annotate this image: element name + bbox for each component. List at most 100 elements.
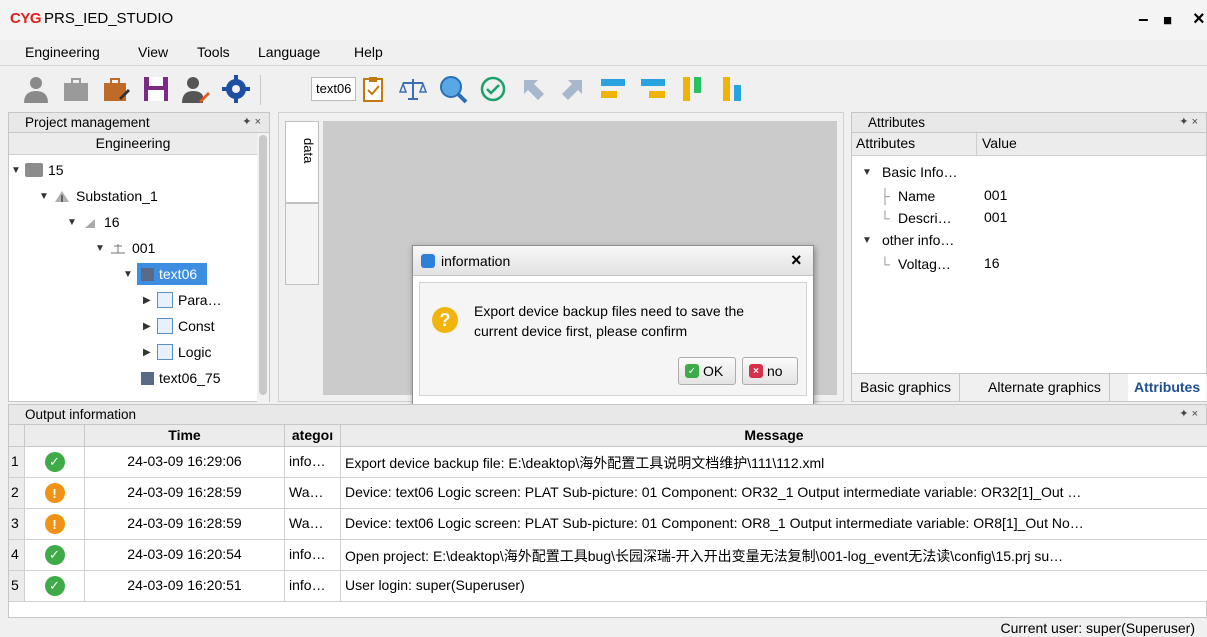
expand-arrow-icon[interactable]: ▼ — [862, 235, 876, 246]
clipboard-icon[interactable] — [357, 73, 389, 105]
column-header-message[interactable]: Message — [341, 425, 1207, 447]
project-panel-header: Project management ✦ × — [9, 113, 269, 133]
no-button[interactable]: × no — [742, 357, 798, 385]
attr-row-name[interactable]: ├ Name — [880, 185, 935, 207]
tree-node-001[interactable]: ▼ 001 — [95, 237, 155, 259]
align-right-icon[interactable] — [637, 73, 669, 105]
maximize-button[interactable]: ■ — [1163, 12, 1172, 29]
search-icon[interactable] — [437, 73, 469, 105]
col-value: Value — [982, 135, 1017, 151]
pin-icon[interactable]: ✦ × — [1179, 115, 1198, 128]
tree-node-const[interactable]: ▶ Const — [143, 315, 215, 337]
bay-icon — [109, 241, 127, 255]
tree-node-substation[interactable]: ▼ Substation_1 — [39, 185, 158, 207]
row-category: info… — [285, 571, 341, 602]
save-icon[interactable] — [140, 73, 172, 105]
row-status: ! — [25, 478, 85, 509]
tree-node-16[interactable]: ▼ 16 — [67, 211, 120, 233]
selected-node[interactable]: text06 — [137, 263, 208, 285]
row-status: ✓ — [25, 571, 85, 602]
tree-node-text06[interactable]: ▼ text06 — [123, 263, 208, 285]
expand-arrow-icon[interactable]: ▼ — [95, 243, 109, 254]
pin-icon[interactable]: ✦ × — [1179, 407, 1198, 420]
row-time: 24-03-09 16:29:06 — [85, 447, 285, 478]
project-panel-title: Project management — [25, 115, 150, 130]
row-category: info… — [285, 447, 341, 478]
attr-group-other[interactable]: ▼ other info… — [862, 229, 954, 251]
no-x-icon: × — [749, 364, 763, 378]
collapse-arrow-icon[interactable]: ▶ — [143, 321, 157, 332]
attr-group-basic[interactable]: ▼ Basic Info… — [862, 161, 957, 183]
tree-node-text06-75[interactable]: text06_75 — [127, 367, 221, 389]
row-number: 2 — [9, 478, 25, 509]
tree-node-para[interactable]: ▶ Para… — [143, 289, 222, 311]
minimize-button[interactable]: − — [1138, 10, 1149, 31]
scrollbar-thumb[interactable] — [259, 135, 267, 395]
tab-attributes[interactable]: Attributes — [1128, 374, 1207, 401]
warning-icon: ! — [44, 514, 65, 534]
title-bar: CYG PRS_IED_STUDIO − ■ × — [0, 0, 1207, 40]
pin-icon[interactable]: ✦ × — [242, 115, 261, 128]
balance-scale-icon[interactable] — [397, 73, 429, 105]
settings-gear-icon[interactable] — [220, 73, 252, 105]
user-edit-icon[interactable] — [180, 73, 212, 105]
arrow-up-right-icon[interactable] — [557, 73, 589, 105]
tab-basic-graphics[interactable]: Basic graphics — [852, 374, 961, 401]
expand-arrow-icon[interactable]: ▼ — [39, 191, 53, 202]
information-dialog: information × ? Export device backup fil… — [412, 245, 814, 405]
tab-data[interactable]: data — [285, 121, 319, 203]
column-header-time[interactable]: Time — [85, 425, 285, 447]
tree-scrollbar[interactable] — [257, 133, 269, 403]
dialog-message-line1: Export device backup files need to save … — [474, 303, 745, 319]
info-gear-icon — [421, 254, 435, 268]
row-message: Export device backup file: E:\deaktop\海外… — [341, 447, 1207, 478]
check-circle-icon[interactable] — [477, 73, 509, 105]
dialog-body: ? Export device backup files need to sav… — [419, 282, 807, 396]
close-button[interactable]: × — [1193, 8, 1205, 31]
column-header-category[interactable]: ategoı — [285, 425, 341, 447]
current-user-status: Current user: super(Superuser) — [1000, 620, 1195, 636]
menu-tools[interactable]: Tools — [197, 44, 230, 60]
ok-check-icon: ✓ — [685, 364, 699, 378]
attr-value-name[interactable]: 001 — [984, 187, 1007, 203]
attr-row-description[interactable]: └ Descri… — [880, 207, 952, 229]
tree-node-15[interactable]: ▼ 15 — [11, 159, 64, 181]
tab-view[interactable]: view — [285, 203, 337, 285]
project-management-panel: Project management ✦ × Engineering ▼ 15 … — [8, 112, 270, 403]
menu-engineering[interactable]: Engineering — [25, 44, 100, 60]
align-bottom-icon[interactable] — [717, 73, 749, 105]
tree-header: Engineering — [9, 133, 257, 155]
tree-node-logic[interactable]: ▶ Logic — [143, 341, 211, 363]
row-message: Device: text06 Logic screen: PLAT Sub-pi… — [341, 509, 1207, 540]
device-selector[interactable]: text06 — [311, 77, 357, 101]
menu-language[interactable]: Language — [258, 44, 320, 60]
attr-value-description[interactable]: 001 — [984, 209, 1007, 225]
menu-view[interactable]: View — [138, 44, 168, 60]
tab-alternate-graphics[interactable]: Alternate graphics — [980, 374, 1110, 401]
briefcase-edit-icon[interactable] — [100, 73, 132, 105]
briefcase-icon[interactable] — [60, 73, 92, 105]
arrow-up-left-icon[interactable] — [517, 73, 549, 105]
dialog-close-icon[interactable]: × — [791, 250, 802, 271]
toolbar: text06 — [0, 67, 1207, 111]
attributes-table-header: Attributes Value — [852, 133, 1206, 156]
expand-arrow-icon[interactable]: ▼ — [123, 269, 137, 280]
attr-row-voltage[interactable]: └ Voltag… — [880, 253, 951, 275]
user-icon[interactable] — [20, 73, 52, 105]
row-category: Wa… — [285, 478, 341, 509]
align-top-icon[interactable] — [677, 73, 709, 105]
align-left-icon[interactable] — [597, 73, 629, 105]
row-status: ! — [25, 509, 85, 540]
attr-value-voltage[interactable]: 16 — [984, 255, 1000, 271]
collapse-arrow-icon[interactable]: ▶ — [143, 347, 157, 358]
menu-help[interactable]: Help — [354, 44, 383, 60]
expand-arrow-icon[interactable]: ▼ — [862, 167, 876, 178]
row-time: 24-03-09 16:20:51 — [85, 571, 285, 602]
collapse-arrow-icon[interactable]: ▶ — [143, 295, 157, 306]
success-check-icon: ✓ — [44, 576, 65, 596]
question-icon: ? — [432, 307, 458, 333]
briefcase-icon — [25, 163, 43, 177]
ok-button[interactable]: ✓ OK — [678, 357, 736, 385]
expand-arrow-icon[interactable]: ▼ — [11, 165, 25, 176]
expand-arrow-icon[interactable]: ▼ — [67, 217, 81, 228]
